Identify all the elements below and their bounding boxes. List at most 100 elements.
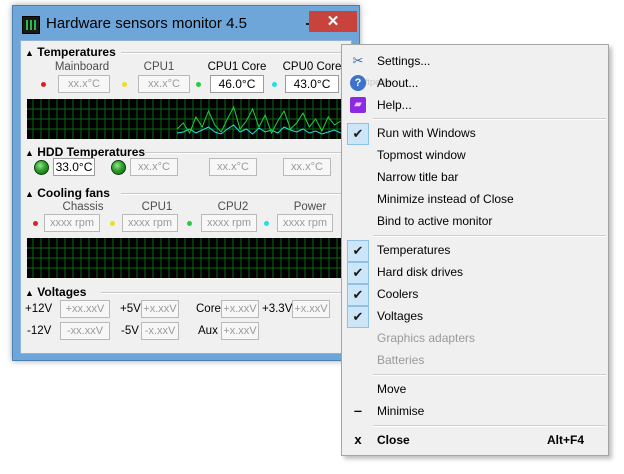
menu-separator (373, 374, 606, 376)
voltage-value-minus5v: -x.xxV (141, 322, 179, 340)
menu-item-label: Coolers (377, 287, 419, 301)
main-window: Hardware sensors monitor 4.5 ✕ ▲ Tempera… (12, 5, 360, 361)
minimise-icon: ‒ (354, 403, 362, 418)
chassis-fan-value: xxxx rpm (44, 214, 100, 232)
title-bar[interactable]: Hardware sensors monitor 4.5 ✕ (13, 6, 359, 40)
checkmark-icon: ✔ (347, 262, 369, 284)
menu-item-label: Help... (377, 98, 412, 112)
voltage-value-core: +x.xxV (221, 300, 259, 318)
voltage-label-3v3: +3.3V (262, 303, 293, 315)
menu-item-batteries: Batteries (344, 349, 606, 371)
client-area: ▲ Temperatures Mainboard CPU1 CPU1 Core … (20, 40, 352, 354)
voltage-label-aux: Aux (198, 325, 218, 337)
hdd-title: HDD Temperatures (37, 145, 146, 159)
cpu1-color-dot (122, 82, 127, 87)
voltage-value-minus12v: -xx.xxV (60, 322, 110, 340)
sensor-label-cpu1: CPU1 (143, 61, 175, 73)
menu-item-label: Minimize instead of Close (377, 192, 514, 206)
menu-item-minimise[interactable]: ‒ Minimise (344, 400, 606, 422)
cpu2-fan-color-dot (187, 221, 192, 226)
voltage-label-5v: +5V (120, 303, 141, 315)
fan-label-cpu1: CPU1 (141, 201, 173, 213)
menu-item-move[interactable]: Move (344, 378, 606, 400)
menu-item-label: Topmost window (377, 148, 466, 162)
hdd-led-icon (34, 160, 49, 175)
chassis-color-dot (33, 221, 38, 226)
hdd-header[interactable]: ▲ HDD Temperatures (25, 145, 145, 159)
menu-item-minimize-instead-of-close[interactable]: Minimize instead of Close (344, 188, 606, 210)
menu-item-label: Graphics adapters (377, 331, 476, 345)
fan-label-power: Power (293, 201, 327, 213)
cpu0-core-temp-value: 43.0°C (285, 75, 339, 93)
checkmark-icon: ✔ (347, 240, 369, 262)
voltage-label-12v: +12V (25, 303, 53, 315)
hdd-temp-value-4: xx.x°C (283, 158, 331, 176)
menu-item-settings[interactable]: ✂ Settings... (344, 50, 606, 72)
close-x-icon: x (354, 432, 362, 447)
menu-item-label: Move (377, 382, 407, 396)
collapse-arrow-icon: ▲ (25, 189, 34, 199)
fans-header[interactable]: ▲ Cooling fans (25, 186, 110, 200)
checkmark-icon: ✔ (347, 306, 369, 328)
tools-icon: ✂ (352, 53, 364, 68)
menu-item-run-with-windows[interactable]: ✔ Run with Windows (344, 122, 606, 145)
voltage-label-core: Core (196, 303, 221, 315)
app-icon[interactable] (22, 16, 40, 34)
menu-item-label: Narrow title bar (377, 170, 459, 184)
voltage-value-aux: +x.xxV (221, 322, 259, 340)
voltages-title: Voltages (37, 285, 87, 299)
close-button[interactable]: ✕ (309, 11, 357, 32)
power-fan-color-dot (264, 221, 269, 226)
voltage-label-minus12v: -12V (27, 325, 52, 337)
menu-item-graphics-adapters: Graphics adapters (344, 327, 606, 349)
menu-item-voltages[interactable]: ✔ Voltages (344, 305, 606, 328)
menu-item-label: About... (377, 76, 419, 90)
voltage-value-3v3: +x.xxV (292, 300, 330, 318)
hdd-temp-value-1: 33.0°C (53, 158, 95, 176)
menu-item-label: Batteries (377, 353, 425, 367)
menu-item-label: Minimise (377, 404, 425, 418)
menu-item-coolers[interactable]: ✔ Coolers (344, 283, 606, 306)
sensor-label-cpu1-core: CPU1 Core (207, 61, 267, 73)
voltage-value-12v: +xx.xxV (60, 300, 110, 318)
voltages-header[interactable]: ▲ Voltages (25, 285, 86, 299)
cpu1-core-color-dot (196, 82, 201, 87)
fan-label-cpu2: CPU2 (217, 201, 249, 213)
mainboard-temp-value: xx.x°C (58, 75, 110, 93)
voltage-label-minus5v: -5V (121, 325, 139, 337)
temperatures-header[interactable]: ▲ Temperatures (25, 45, 116, 59)
hdd-led-icon (111, 160, 126, 175)
mainboard-color-dot (41, 82, 46, 87)
cpu1-core-temp-value: 46.0°C (210, 75, 264, 93)
cpu1-fan-value: xxxx rpm (122, 214, 178, 232)
window-title: Hardware sensors monitor 4.5 (46, 15, 247, 32)
collapse-arrow-icon: ▲ (25, 288, 34, 298)
temperature-graph-svg (27, 99, 345, 139)
menu-item-bind-to-active-monitor[interactable]: Bind to active monitor (344, 210, 606, 232)
menu-item-hard-disk-drives[interactable]: ✔ Hard disk drives (344, 261, 606, 284)
menu-separator (373, 425, 606, 427)
menu-item-close[interactable]: x Close Alt+F4 (344, 429, 606, 451)
menu-item-narrow-title-bar[interactable]: Narrow title bar (344, 166, 606, 188)
info-icon: ? (350, 75, 366, 91)
hdd-temp-value-2: xx.x°C (130, 158, 178, 176)
menu-item-label: Close (377, 433, 410, 447)
menu-item-label: Hard disk drives (377, 265, 464, 279)
cpu2-fan-value: xxxx rpm (201, 214, 257, 232)
menu-item-temperatures[interactable]: ✔ Temperatures (344, 239, 606, 262)
power-fan-value: xxxx rpm (277, 214, 333, 232)
fan-graph (27, 238, 345, 278)
menu-item-help[interactable]: ▰ Help... (344, 94, 606, 116)
cpu1-fan-color-dot (110, 221, 115, 226)
menu-item-label: Run with Windows (377, 126, 476, 140)
cpu0-core-color-dot (272, 82, 277, 87)
sensor-label-mainboard: Mainboard (54, 61, 110, 73)
fan-label-chassis: Chassis (62, 201, 104, 213)
menu-item-topmost-window[interactable]: Topmost window (344, 144, 606, 166)
close-icon: ✕ (326, 13, 340, 30)
menu-separator (373, 118, 606, 120)
collapse-arrow-icon: ▲ (25, 48, 34, 58)
menu-item-about[interactable]: ? About... (344, 72, 606, 94)
help-book-icon: ▰ (350, 97, 366, 113)
cpu1-temp-value: xx.x°C (138, 75, 190, 93)
